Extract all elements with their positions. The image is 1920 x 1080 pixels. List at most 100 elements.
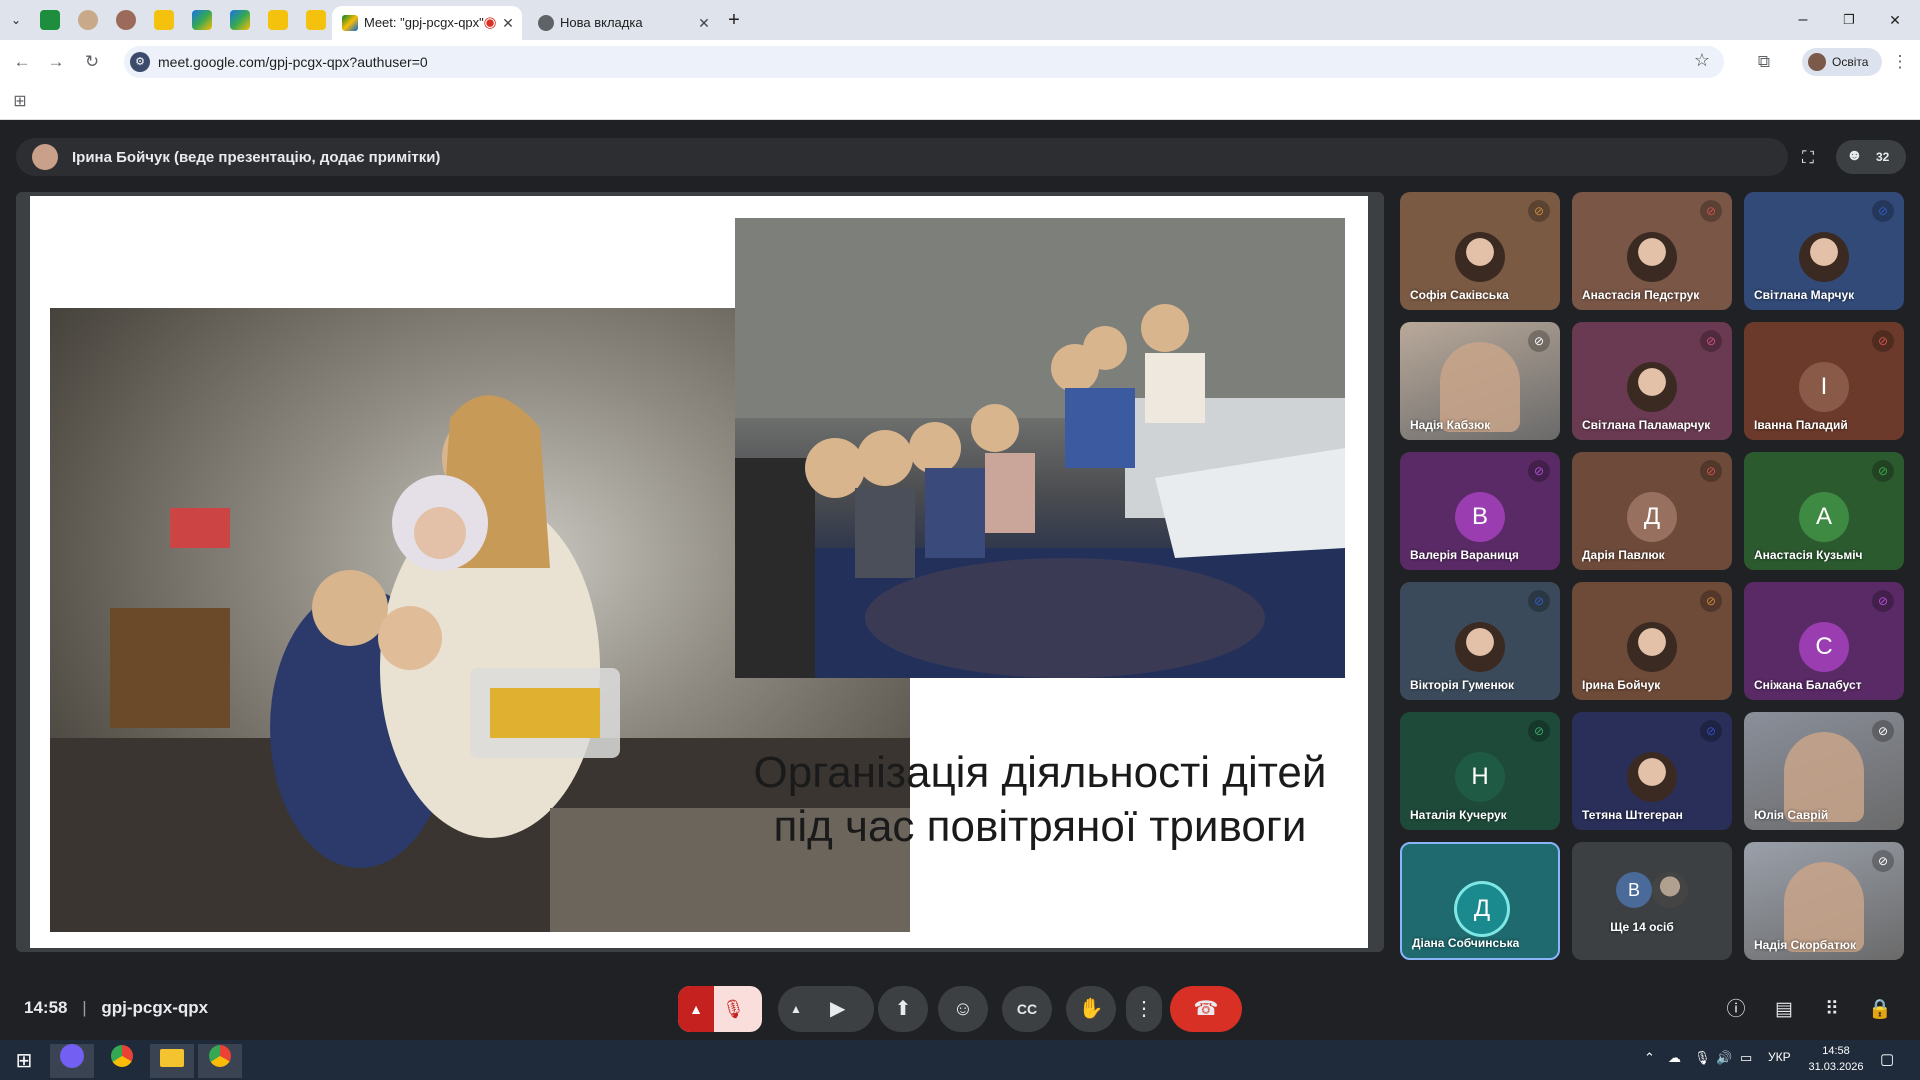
network-icon[interactable]: ▭ [1740, 1050, 1752, 1066]
windows-start-icon[interactable]: ⊞ [2, 1044, 46, 1078]
raise-hand-icon: ✋ [1078, 998, 1104, 1020]
close-window-button[interactable]: ✕ [1872, 8, 1918, 32]
more-options-button[interactable]: ⋮ [1126, 986, 1162, 1032]
apps-grid-icon[interactable]: ⊞ [8, 90, 32, 114]
participant-tile[interactable]: ⊘ Вікторія Гуменюк [1400, 582, 1560, 700]
chat-icon[interactable]: ▤ [1770, 996, 1798, 1024]
participant-tile[interactable]: ⊘ Надія Скорбатюк [1744, 842, 1904, 960]
mic-off-icon: ⊘ [1872, 590, 1894, 612]
volume-icon[interactable]: 🔊 [1716, 1050, 1732, 1066]
end-call-button[interactable]: ☎ [1170, 986, 1242, 1032]
mic-off-icon: ⊘ [1528, 460, 1550, 482]
avatar [1799, 232, 1849, 282]
participant-tile[interactable]: ⊘ Ірина Бойчук [1572, 582, 1732, 700]
participant-tile[interactable]: С ⊘ Сніжана Балабуст [1744, 582, 1904, 700]
address-bar[interactable]: ⚙ meet.google.com/gpj-pcgx-qpx?authuser=… [124, 46, 1724, 78]
mic-options-chevron-icon[interactable]: ▲ [678, 986, 714, 1032]
participant-tile[interactable]: ⊘ Софія Саківська [1400, 192, 1560, 310]
participant-tile[interactable]: Н ⊘ Наталія Кучерук [1400, 712, 1560, 830]
captions-button[interactable]: CC [1002, 986, 1052, 1032]
recording-icon: ◉ [483, 14, 497, 31]
more-vert-icon[interactable]: ⋮ [1888, 50, 1912, 74]
tab-search-dropdown-icon[interactable]: ⌄ [6, 8, 26, 32]
file-explorer-icon[interactable] [150, 1044, 194, 1078]
reload-icon[interactable]: ↻ [80, 50, 104, 74]
mic-off-icon: ⊘ [1528, 720, 1550, 742]
bookmark-star-icon[interactable]: ☆ [1694, 50, 1710, 71]
meeting-time: 14:58 [24, 998, 68, 1017]
participants-button[interactable]: ☻ 32 [1836, 140, 1906, 174]
system-clock[interactable]: 14:58 31.03.2026 [1806, 1043, 1866, 1075]
participant-name: Надія Кабзюк [1410, 418, 1491, 432]
onedrive-icon[interactable]: ☁ [1668, 1050, 1681, 1066]
hide-presentation-icon[interactable]: ⛶ [1796, 146, 1820, 170]
participant-tile[interactable]: Д Діана Собчинська [1400, 842, 1560, 960]
minimize-button[interactable]: – [1780, 8, 1826, 32]
url-text[interactable]: meet.google.com/gpj-pcgx-qpx?authuser=0 [158, 54, 428, 70]
participant-tile[interactable]: А ⊘ Анастасія Кузьміч [1744, 452, 1904, 570]
participant-tile[interactable]: ⊘ Анастасія Педструк [1572, 192, 1732, 310]
mic-off-icon: ⊘ [1872, 850, 1894, 872]
meeting-details-icon[interactable]: ⓘ [1722, 996, 1750, 1024]
avatar: І [1799, 362, 1849, 412]
host-controls-icon[interactable]: 🔒 [1866, 996, 1894, 1024]
avatar: Д [1627, 492, 1677, 542]
participant-tile[interactable]: ⊘ Надія Кабзюк [1400, 322, 1560, 440]
microphone-tray-icon[interactable]: 🎙 [1694, 1050, 1711, 1066]
participant-name: Світлана Паламарчук [1582, 418, 1711, 432]
mic-off-icon: ⊘ [1528, 590, 1550, 612]
presenter-text: Ірина Бойчук (веде презентацію, додає пр… [72, 149, 441, 166]
participant-name: Анастасія Кузьміч [1754, 548, 1863, 562]
restore-button[interactable]: ❐ [1826, 8, 1872, 32]
participant-tile[interactable]: ⊘ Світлана Марчук [1744, 192, 1904, 310]
mic-off-icon: ⊘ [1872, 200, 1894, 222]
back-arrow-icon[interactable]: ← [10, 50, 34, 74]
participant-tile[interactable]: ⊘ Юлія Саврій [1744, 712, 1904, 830]
participant-name: Іванна Паладий [1754, 418, 1848, 432]
language-indicator[interactable]: УКР [1768, 1050, 1791, 1064]
activities-icon[interactable]: ⠿ [1818, 996, 1846, 1024]
participant-tile[interactable]: В ⊘ Валерія Вараниця [1400, 452, 1560, 570]
raise-hand-button[interactable]: ✋ [1066, 986, 1116, 1032]
browser-tab-strip: ⌄ Meet: "gpj-pcgx-qpx" ◉ ✕ Нова вкладка … [0, 0, 1920, 40]
reactions-button[interactable]: ☺ [938, 986, 988, 1032]
notifications-icon[interactable]: ▢ [1880, 1050, 1894, 1068]
pinned-tab-drive-icon[interactable] [192, 10, 212, 30]
pinned-tab-slides-icon[interactable] [306, 10, 326, 30]
new-tab-button[interactable]: + [722, 8, 746, 32]
pinned-tab-avatar-icon[interactable] [78, 10, 98, 30]
present-screen-icon: ⬆ [894, 998, 912, 1020]
participant-name: Ще 14 осіб [1610, 920, 1674, 934]
forward-arrow-icon[interactable]: → [44, 50, 68, 74]
camera-toggle-button[interactable]: ▲ ▶ [778, 986, 874, 1032]
pinned-tab-slides-icon[interactable] [268, 10, 288, 30]
site-info-icon[interactable]: ⚙ [130, 52, 150, 72]
pinned-tab-avatar-icon[interactable] [116, 10, 136, 30]
clock-date: 31.03.2026 [1808, 1061, 1864, 1073]
tab-close-icon[interactable]: ✕ [694, 13, 714, 33]
pinned-tab-sheets-icon[interactable] [40, 10, 60, 30]
participant-tile[interactable]: Д ⊘ Дарія Павлюк [1572, 452, 1732, 570]
chrome-app-icon[interactable] [100, 1044, 144, 1078]
participant-tile[interactable]: В Ще 14 осіб [1572, 842, 1732, 960]
tab-meet[interactable]: Meet: "gpj-pcgx-qpx" ◉ ✕ [332, 6, 522, 40]
present-button[interactable]: ⬆ [878, 986, 928, 1032]
participant-name: Дарія Павлюк [1582, 548, 1665, 562]
camera-options-chevron-icon[interactable]: ▲ [790, 986, 802, 1032]
participant-tile[interactable]: ⊘ Тетяна Штегеран [1572, 712, 1732, 830]
profile-button[interactable]: Освіта [1802, 48, 1882, 76]
tab-new-tab[interactable]: Нова вкладка ✕ [528, 6, 718, 40]
avatar [1652, 872, 1688, 908]
participant-name: Тетяна Штегеран [1582, 808, 1683, 822]
extensions-icon[interactable]: ⧉ [1752, 50, 1776, 74]
pinned-tab-slides-icon[interactable] [154, 10, 174, 30]
tab-close-icon[interactable]: ✕ [498, 13, 518, 33]
pinned-tab-drive-icon[interactable] [230, 10, 250, 30]
viber-app-icon[interactable] [50, 1044, 94, 1078]
participant-tile[interactable]: І ⊘ Іванна Паладий [1744, 322, 1904, 440]
slide-title-line: під час повітряної тривоги [773, 802, 1307, 851]
chrome-profile-app-icon[interactable] [198, 1044, 242, 1078]
participant-tile[interactable]: ⊘ Світлана Паламарчук [1572, 322, 1732, 440]
tray-chevron-icon[interactable]: ⌃ [1644, 1050, 1655, 1066]
mic-toggle-button[interactable]: ▲ 🎙 [678, 986, 762, 1032]
